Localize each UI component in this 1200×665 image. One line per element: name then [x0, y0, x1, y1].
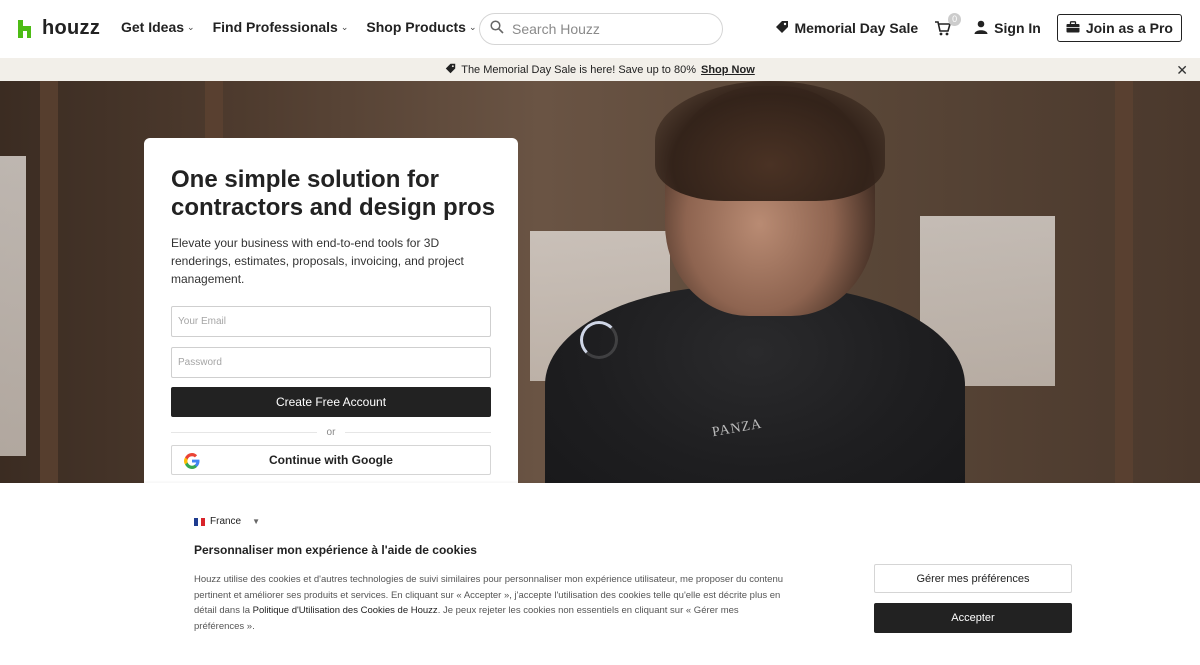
logo-text: houzz: [42, 17, 101, 39]
continue-with-google-button[interactable]: Continue with Google: [171, 445, 491, 475]
promo-banner: The Memorial Day Sale is here! Save up t…: [0, 58, 1200, 81]
search-icon: [490, 19, 504, 39]
sale-label: Memorial Day Sale: [794, 20, 919, 36]
signup-title: One simple solution for contractors and …: [171, 166, 496, 221]
menu-find-professionals[interactable]: Find Professionals ⌄: [213, 19, 349, 35]
cookie-policy-link[interactable]: Politique d'Utilisation des Cookies de H…: [253, 605, 438, 616]
join-as-pro-button[interactable]: Join as a Pro: [1056, 14, 1182, 42]
france-flag-icon: [194, 517, 206, 526]
email-field[interactable]: [171, 306, 491, 337]
divider-line: [345, 432, 491, 433]
password-input[interactable]: [178, 357, 484, 368]
nav-right-group: Memorial Day Sale 0 Sign In Join as a Pr…: [775, 13, 1182, 42]
country-selector[interactable]: France ▼: [194, 516, 260, 527]
menu-get-ideas[interactable]: Get Ideas ⌄: [121, 19, 195, 35]
main-menu: Get Ideas ⌄ Find Professionals ⌄ Shop Pr…: [121, 19, 476, 35]
shop-now-link[interactable]: Shop Now: [701, 64, 755, 76]
join-label: Join as a Pro: [1085, 20, 1173, 36]
password-field[interactable]: [171, 347, 491, 378]
search-bar[interactable]: [479, 13, 723, 45]
signup-description: Elevate your business with end-to-end to…: [171, 236, 464, 286]
sign-in-link[interactable]: Sign In: [974, 20, 1041, 37]
or-label: or: [326, 427, 336, 438]
divider-line: [171, 432, 317, 433]
email-input[interactable]: [178, 316, 484, 327]
briefcase-icon: [1066, 20, 1080, 36]
tag-icon: [775, 20, 789, 37]
menu-label: Get Ideas: [121, 19, 185, 35]
top-navbar: houzz Get Ideas ⌄ Find Professionals ⌄ S…: [0, 0, 1200, 58]
menu-label: Shop Products: [366, 19, 466, 35]
houzz-logo[interactable]: houzz: [18, 17, 100, 40]
cookie-consent-banner: France ▼ Personnaliser mon expérience à …: [0, 483, 1200, 665]
country-label: France: [210, 516, 242, 527]
user-icon: [974, 20, 988, 37]
search-input[interactable]: [512, 21, 702, 37]
google-label: Continue with Google: [269, 453, 393, 467]
sign-in-label: Sign In: [994, 20, 1041, 36]
chevron-down-icon: ⌄: [187, 21, 195, 32]
menu-shop-products[interactable]: Shop Products ⌄: [366, 19, 476, 35]
accept-cookies-button[interactable]: Accepter: [874, 603, 1072, 633]
close-icon[interactable]: ✕: [1176, 62, 1188, 79]
or-divider: or: [171, 427, 491, 438]
create-account-button[interactable]: Create Free Account: [171, 387, 491, 417]
google-icon: [184, 453, 200, 472]
background-window: [0, 156, 26, 456]
menu-label: Find Professionals: [212, 19, 338, 35]
person-hair: [655, 81, 885, 201]
loading-spinner-icon: [580, 321, 618, 359]
tag-icon: [445, 63, 456, 77]
chevron-down-icon: ⌄: [340, 21, 349, 32]
memorial-day-sale-link[interactable]: Memorial Day Sale: [775, 20, 918, 37]
background-beam: [40, 81, 58, 483]
houzz-logo-icon: [18, 19, 36, 38]
manage-preferences-button[interactable]: Gérer mes préférences: [874, 564, 1072, 593]
caret-down-icon: ▼: [252, 517, 261, 526]
cookie-description: Houzz utilise des cookies et d'autres te…: [194, 572, 789, 634]
chevron-down-icon: ⌄: [468, 21, 477, 32]
cookie-title: Personnaliser mon expérience à l'aide de…: [194, 543, 477, 557]
cart-button[interactable]: 0: [934, 13, 962, 37]
promo-text: The Memorial Day Sale is here! Save up t…: [461, 63, 696, 76]
cart-icon: [934, 21, 952, 41]
background-beam: [1115, 81, 1133, 483]
signup-card: One simple solution for contractors and …: [144, 138, 518, 498]
cart-count-badge: 0: [948, 13, 962, 26]
